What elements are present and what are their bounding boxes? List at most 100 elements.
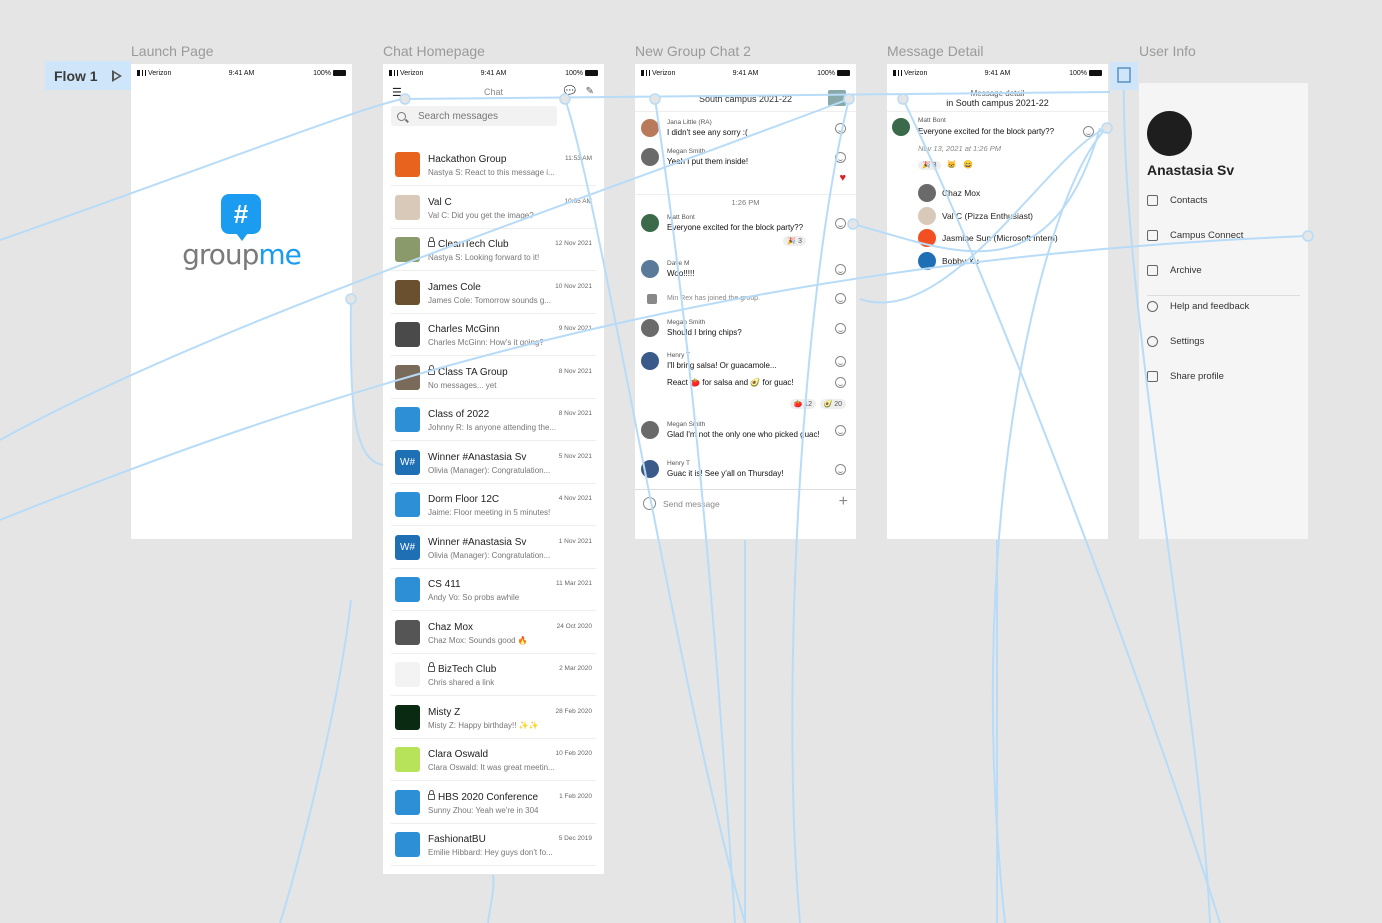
reaction-pill[interactable]: 🍅 12 bbox=[789, 399, 816, 409]
chat-row[interactable]: Class TA Group No messages... yet 8 Nov 20… bbox=[391, 357, 596, 399]
chat-name: CS 411 bbox=[428, 579, 461, 590]
chat-time: 2 Mar 2020 bbox=[559, 665, 592, 672]
chat-name-text: FashionatBU bbox=[428, 834, 486, 845]
chat-preview: Val C: Did you get the image? bbox=[428, 210, 534, 220]
chat-row[interactable]: CleanTech Club Nastya S: Looking forward … bbox=[391, 229, 596, 271]
chat-name: James Cole bbox=[428, 282, 481, 293]
emoji-react-1[interactable]: 😸 bbox=[947, 160, 957, 169]
status-bar: Verizon 9:41 AM 100% bbox=[887, 64, 1108, 84]
like-icon[interactable] bbox=[835, 323, 846, 334]
chat-row[interactable]: Misty Z Misty Z: Happy birthday!! ✨✨ 28 Fe… bbox=[391, 697, 596, 739]
chat-row[interactable]: Chaz Mox Chaz Mox: Sounds good 🔥 24 Oct 20… bbox=[391, 612, 596, 654]
chat-time: 11 Mar 2021 bbox=[555, 580, 592, 587]
avatar bbox=[641, 260, 659, 278]
chat-row[interactable]: CS 411 Andy Vo: So probs awhile 11 Mar 202… bbox=[391, 569, 596, 611]
emoji-icon[interactable] bbox=[643, 497, 656, 510]
chat-row[interactable]: Charles McGinn Charles McGinn: How's it g… bbox=[391, 314, 596, 356]
message-text: Everyone excited for the block party?? bbox=[667, 223, 804, 232]
chat-preview: Sunny Zhou: Yeah we're in 304 bbox=[428, 805, 539, 815]
user-menu-item[interactable]: Contacts bbox=[1147, 189, 1300, 211]
reaction-pill[interactable]: 🎉 3 bbox=[783, 236, 806, 246]
reaction-pill[interactable]: 🥑 20 bbox=[819, 399, 846, 409]
group-avatar[interactable] bbox=[828, 90, 846, 106]
flow-connector bbox=[487, 874, 495, 923]
chat-row[interactable]: BizTech Club Chris shared a link 2 Mar 202… bbox=[391, 654, 596, 696]
group-header: South campus 2021-22 bbox=[635, 84, 856, 112]
avatar bbox=[395, 662, 420, 687]
user-menu-item[interactable]: Archive bbox=[1147, 259, 1300, 281]
chat-preview: Andy Vo: So probs awhile bbox=[428, 593, 520, 602]
react-count-text: 20 bbox=[834, 401, 842, 408]
home-frame[interactable]: Verizon 9:41 AM 100% ☰ Chat 💬 ✎ Search m… bbox=[383, 64, 604, 874]
reactor-row[interactable]: Bobby Xu bbox=[918, 251, 979, 270]
chat-row[interactable]: Class of 2022 Johnny R: Is anyone attendi… bbox=[391, 399, 596, 441]
heart-icon[interactable]: ♥ bbox=[839, 172, 846, 184]
like-icon[interactable] bbox=[835, 464, 846, 475]
detail-message: Everyone excited for the block party?? bbox=[918, 127, 1055, 136]
react-count-text: 12 bbox=[804, 401, 812, 408]
chat-row[interactable]: Dorm Floor 12C Jaime: Floor meeting in 5 … bbox=[391, 484, 596, 526]
like-icon[interactable] bbox=[835, 123, 846, 134]
chat-bubbles-icon[interactable]: 💬 bbox=[564, 86, 576, 97]
battery-icon bbox=[585, 70, 598, 76]
chat-name: Winner #Anastasia Sv bbox=[428, 452, 526, 463]
reactor-row[interactable]: Chaz Mox bbox=[918, 184, 980, 202]
chat-row[interactable]: Val C Val C: Did you get the image? 10:05 … bbox=[391, 187, 596, 229]
like-icon[interactable] bbox=[835, 377, 846, 388]
chat-row[interactable]: Clara Oswald Clara Oswald: It was great m… bbox=[391, 739, 596, 781]
message-text: Woo!!!!! bbox=[667, 269, 695, 278]
react-count[interactable]: 🎉 3 bbox=[918, 161, 941, 170]
chat-name-text: BizTech Club bbox=[438, 664, 497, 675]
chat-row[interactable]: FashionatBU Emilie Hibbard: Hey guys don'… bbox=[391, 824, 596, 866]
like-icon[interactable] bbox=[835, 356, 846, 367]
detail-frame[interactable]: Verizon 9:41 AM 100% Message detail in S… bbox=[887, 64, 1108, 539]
battery-text: 100% bbox=[313, 70, 331, 77]
avatar bbox=[395, 704, 420, 730]
user-menu-item[interactable]: Campus Connect bbox=[1147, 224, 1300, 246]
avatar[interactable] bbox=[1147, 111, 1192, 156]
chat-time: 1 Feb 2020 bbox=[559, 792, 592, 800]
frame-label-launch: Launch Page bbox=[131, 43, 214, 59]
like-icon[interactable] bbox=[835, 264, 846, 275]
frame-label-home: Chat Homepage bbox=[383, 43, 485, 59]
user-frame[interactable]: Anastasia Sv Contacts Campus Connect Archi… bbox=[1139, 83, 1308, 539]
send-message-input[interactable]: Send message bbox=[663, 499, 720, 509]
launch-frame[interactable]: Verizon 9:41 AM 100% # groupme bbox=[131, 64, 352, 539]
chat-row[interactable]: HBS 2020 Conference Sunny Zhou: Yeah we'r… bbox=[391, 782, 596, 824]
flow-start-button[interactable]: Flow 1 bbox=[45, 61, 131, 90]
like-icon[interactable] bbox=[1083, 126, 1094, 137]
chat-name-text: James Cole bbox=[428, 281, 481, 293]
chat-preview: Emilie Hibbard: Hey guys don't fo... bbox=[428, 848, 553, 857]
emoji-react-2[interactable]: 😄 bbox=[963, 160, 973, 169]
chat-name-text: Winner #Anastasia Sv bbox=[428, 536, 527, 548]
user-menu-item[interactable]: Share profile bbox=[1147, 365, 1300, 387]
chat-name-text: Charles McGinn bbox=[428, 324, 500, 335]
plus-icon[interactable]: + bbox=[839, 493, 848, 511]
avatar bbox=[641, 319, 659, 337]
search-input[interactable]: Search messages bbox=[391, 106, 557, 126]
chat-name-text: CleanTech Club bbox=[438, 239, 509, 250]
chat-row[interactable]: W# Winner #Anastasia Sv Olivia (Manager): … bbox=[391, 527, 596, 569]
reactor-row[interactable]: Val C (Pizza Enthusiast) bbox=[918, 206, 1033, 225]
reactor-row[interactable]: Jasmine Sun (Microsoft Intern) bbox=[918, 229, 1058, 247]
user-menu-item[interactable]: Settings bbox=[1147, 330, 1300, 352]
like-icon[interactable] bbox=[835, 425, 846, 436]
group-frame[interactable]: Verizon 9:41 AM 100% South campus 2021-2… bbox=[635, 64, 856, 539]
user-menu-item[interactable]: Help and feedback bbox=[1147, 295, 1300, 317]
like-icon[interactable] bbox=[835, 152, 846, 163]
battery-icon bbox=[333, 70, 346, 76]
chat-row[interactable]: W# Winner #Anastasia Sv Olivia (Manager): … bbox=[391, 442, 596, 484]
chat-row[interactable]: Hackathon Group Nastya S: React to this m… bbox=[391, 144, 596, 186]
compose-icon[interactable]: ✎ bbox=[586, 86, 594, 97]
message-sender: Megan Smith bbox=[667, 421, 706, 428]
chat-time: 8 Nov 2021 bbox=[558, 367, 592, 375]
message-sender: Dave M bbox=[667, 260, 690, 267]
message-text: Glad I'm not the only one who picked gua… bbox=[667, 430, 820, 439]
user-menu-label: Contacts bbox=[1170, 194, 1208, 206]
chat-row[interactable]: James Cole James Cole: Tomorrow sounds g.… bbox=[391, 272, 596, 314]
detail-header: Message detail in South campus 2021-22 bbox=[887, 84, 1108, 112]
chat-time: 28 Feb 2020 bbox=[555, 707, 592, 715]
archive-icon bbox=[1147, 264, 1158, 276]
like-icon[interactable] bbox=[835, 218, 846, 229]
like-icon[interactable] bbox=[835, 293, 846, 304]
